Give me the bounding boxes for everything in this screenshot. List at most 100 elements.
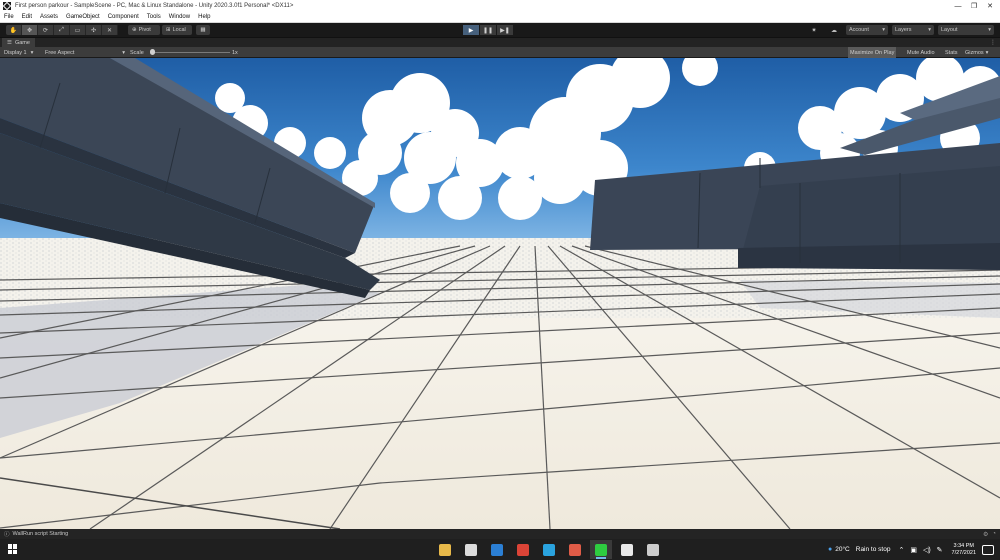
menu-edit[interactable]: Edit <box>22 14 32 20</box>
menu-file[interactable]: File <box>4 14 14 20</box>
layers-label: Layers <box>895 27 912 33</box>
maximize-on-play-toggle[interactable]: Maximize On Play <box>848 47 897 58</box>
weather-icon: ● <box>827 546 833 553</box>
gizmos-toggle[interactable]: Gizmos ▾ <box>965 47 988 58</box>
game-icon-glyph <box>595 543 607 556</box>
stats-toggle[interactable]: Stats <box>945 47 958 58</box>
game-view-viewport[interactable] <box>0 58 1000 529</box>
clock-time: 3:34 PM <box>953 542 974 549</box>
game-icon[interactable] <box>590 540 612 559</box>
store-icon-glyph <box>465 543 477 556</box>
info-icon: ⓘ <box>4 532 10 538</box>
menu-assets[interactable]: Assets <box>40 14 58 20</box>
window-controls: — ❐ ✕ <box>950 0 998 12</box>
start-button[interactable] <box>8 544 18 554</box>
store-icon[interactable] <box>460 540 482 559</box>
grid-snap-button[interactable]: ▦ <box>196 25 210 35</box>
unity-hub-icon-glyph <box>621 543 633 556</box>
move-tool-icon[interactable]: ✥ <box>22 25 38 35</box>
unity-icon[interactable] <box>642 540 664 559</box>
unity-logo-icon <box>3 2 11 10</box>
menu-help[interactable]: Help <box>198 14 210 20</box>
minimize-button[interactable]: — <box>950 0 966 12</box>
progress-icon[interactable]: ◔ <box>992 531 996 537</box>
close-button[interactable]: ✕ <box>982 0 998 12</box>
pause-button[interactable]: ❚❚ <box>480 25 496 35</box>
local-icon: ⊞ <box>166 27 171 33</box>
account-dropdown[interactable]: Account ▾ <box>846 25 888 35</box>
unity-icon-glyph <box>647 543 659 556</box>
chevron-down-icon: ▾ <box>988 27 991 33</box>
scale-tool-icon[interactable]: ⤢ <box>54 25 70 35</box>
status-message: WallRun script Starting <box>12 531 69 537</box>
mail-icon[interactable] <box>486 540 508 559</box>
unity-hub-icon[interactable] <box>616 540 638 559</box>
account-label: Account <box>849 27 869 33</box>
gizmos-label: Gizmos <box>965 49 984 56</box>
tab-game-label: Game <box>14 40 30 46</box>
chevron-up-icon[interactable]: ⌃ <box>898 546 904 554</box>
browser-icon[interactable] <box>564 540 586 559</box>
hand-tool-icon[interactable]: ✋ <box>6 25 22 35</box>
status-icons: ⚙ ◔ <box>983 529 996 539</box>
chrome-icon-glyph <box>517 543 529 556</box>
step-button[interactable]: ▶❚ <box>497 25 513 35</box>
mute-audio-toggle[interactable]: Mute Audio <box>907 47 935 58</box>
layout-dropdown[interactable]: Layout ▾ <box>938 25 994 35</box>
play-controls: ▶ ❚❚ ▶❚ <box>463 25 513 35</box>
console-status[interactable]: ⓘ WallRun script Starting <box>4 529 68 539</box>
file-explorer-icon[interactable] <box>434 540 456 559</box>
collab-icon[interactable]: ✷ <box>808 25 820 35</box>
clock[interactable]: 3:34 PM 7/27/2021 <box>952 543 976 557</box>
layers-dropdown[interactable]: Layers ▾ <box>892 25 934 35</box>
aspect-label: Free Aspect <box>45 49 75 56</box>
mail-icon-glyph <box>491 543 503 556</box>
menu-gameobject[interactable]: GameObject <box>66 14 100 20</box>
network-icon[interactable]: ▣ <box>910 546 917 554</box>
game-scene <box>0 58 1000 529</box>
display-dropdown[interactable]: Display 1 ▾ <box>4 47 33 58</box>
main-toolbar: ✋ ✥ ⟳ ⤢ ▭ ✣ ✕ ⊕ Pivot ⊞ Local ▦ ▶ ❚❚ ▶❚ … <box>0 23 1000 37</box>
scale-slider-handle[interactable] <box>150 49 155 55</box>
scale-label: Scale <box>130 49 144 56</box>
windows-taskbar: ● 20°C Rain to stop ⌃ ▣ ◁) ✎ 3:34 PM 7/2… <box>0 539 1000 560</box>
cloud-icon[interactable]: ☁ <box>828 25 840 35</box>
telegram-icon[interactable] <box>538 540 560 559</box>
pivot-toggle[interactable]: ⊕ Pivot <box>128 25 160 35</box>
transform-tool-icon[interactable]: ✣ <box>86 25 102 35</box>
rect-tool-icon[interactable]: ▭ <box>70 25 86 35</box>
transform-tools: ✋ ✥ ⟳ ⤢ ▭ ✣ ✕ <box>6 25 118 35</box>
weather-temp[interactable]: 20°C <box>835 546 850 553</box>
custom-tool-icon[interactable]: ✕ <box>102 25 118 35</box>
menu-bar: File Edit Assets GameObject Component To… <box>0 12 1000 23</box>
file-explorer-icon-glyph <box>439 543 451 556</box>
telegram-icon-glyph <box>543 543 555 556</box>
taskbar-apps <box>434 540 664 559</box>
aspect-dropdown[interactable]: Free Aspect ▾ <box>45 47 125 58</box>
layout-label: Layout <box>941 27 958 33</box>
status-bar: ⓘ WallRun script Starting ⚙ ◔ <box>0 529 1000 539</box>
grid-icon: ▦ <box>200 27 206 33</box>
local-toggle[interactable]: ⊞ Local <box>162 25 192 35</box>
clock-date: 7/27/2021 <box>951 549 976 556</box>
pivot-label: Pivot <box>138 27 151 33</box>
menu-tools[interactable]: Tools <box>147 14 161 20</box>
menu-component[interactable]: Component <box>108 14 139 20</box>
pen-icon[interactable]: ✎ <box>937 546 943 554</box>
notification-icon[interactable] <box>982 544 994 555</box>
play-button[interactable]: ▶ <box>463 25 479 35</box>
window-title: First person parkour - SampleScene - PC,… <box>15 3 294 9</box>
build-icon[interactable]: ⚙ <box>983 531 988 538</box>
scale-slider-track[interactable] <box>152 52 230 53</box>
chevron-down-icon: ▾ <box>882 27 885 33</box>
local-label: Local <box>172 27 186 33</box>
view-tab-bar: ☰ Game ⋮ <box>0 37 1000 48</box>
pivot-icon: ⊕ <box>132 27 137 33</box>
weather-text[interactable]: Rain to stop <box>856 546 891 553</box>
maximize-button[interactable]: ❐ <box>966 0 982 12</box>
rotate-tool-icon[interactable]: ⟳ <box>38 25 54 35</box>
menu-window[interactable]: Window <box>169 14 190 20</box>
game-view-icon: ☰ <box>7 40 12 46</box>
volume-icon[interactable]: ◁) <box>923 546 931 554</box>
chrome-icon[interactable] <box>512 540 534 559</box>
